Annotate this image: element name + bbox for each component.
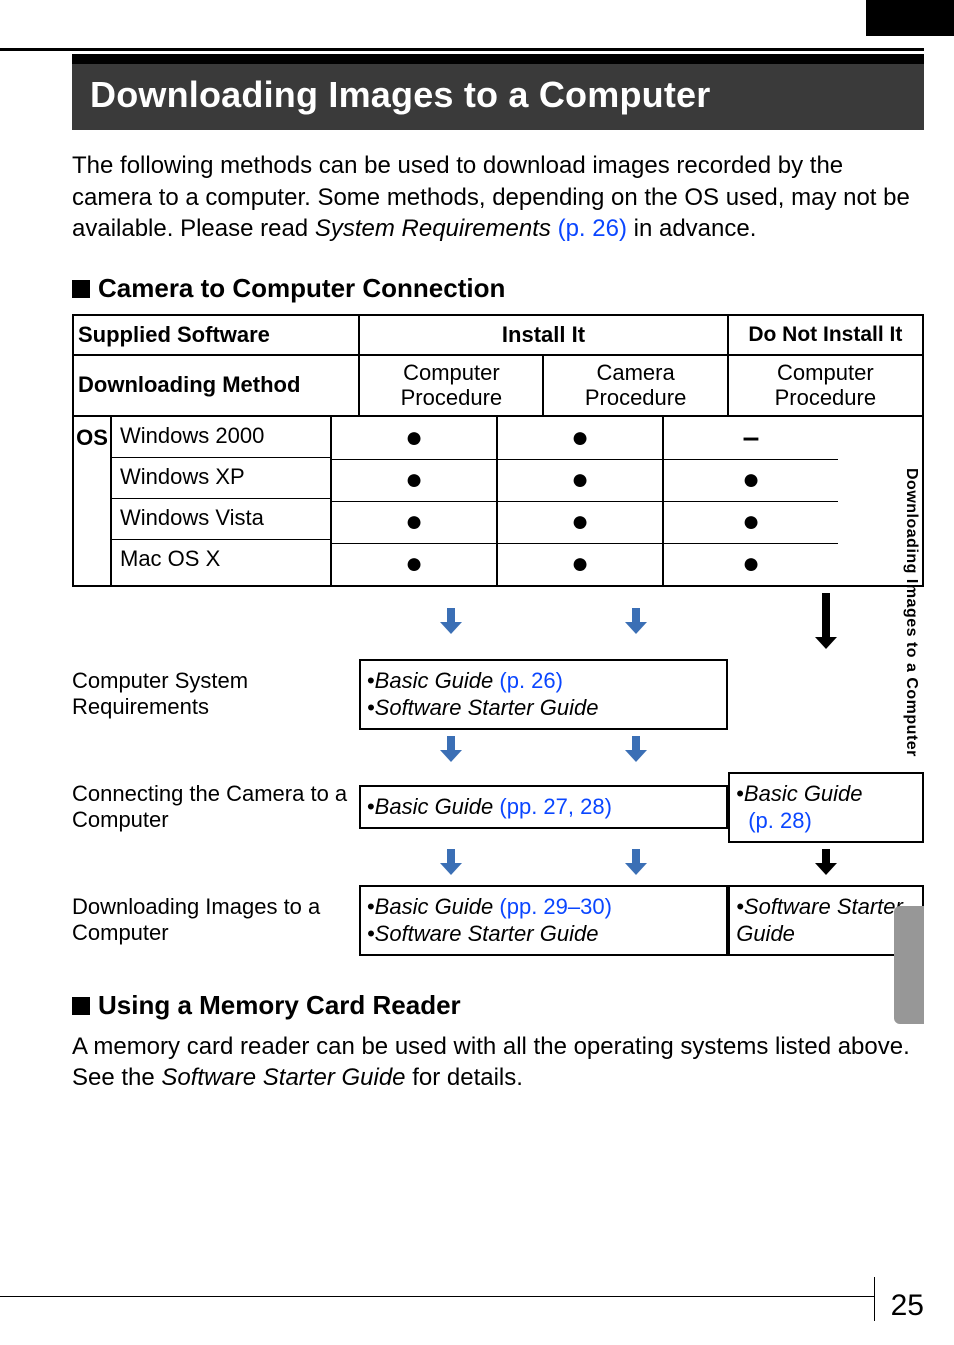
sub-comp-proc2-text: Computer Procedure (775, 360, 877, 410)
section1-label: Camera to Computer Connection (98, 273, 505, 303)
flow-box-downloading-install: •Basic Guide (pp. 29–30) •Software Start… (359, 885, 728, 956)
os-label: OS (74, 417, 112, 585)
arrow-down-icon (815, 849, 837, 875)
dot: ● (332, 459, 496, 501)
top-rule (0, 48, 924, 51)
side-thumb-tab (894, 906, 924, 1024)
dash: – (664, 417, 838, 459)
arrow-down-icon (815, 593, 837, 649)
page-number: 25 (891, 1289, 924, 1323)
flow-label-downloading: Downloading Images to a Computer (72, 885, 359, 956)
flow-box-connecting-noinstall: •Basic Guide(p. 28) (728, 772, 924, 843)
corner-tab (866, 0, 954, 36)
software-starter-guide-ref: Software Starter Guide (161, 1064, 405, 1091)
dot: ● (498, 417, 662, 459)
basic-guide: Basic Guide (744, 781, 863, 806)
dot: ● (664, 543, 838, 585)
os-windows-vista: Windows Vista (112, 498, 330, 539)
square-bullet-icon (72, 280, 90, 298)
dot: ● (498, 459, 662, 501)
dot: ● (664, 501, 838, 543)
sub-cam-proc-text: Camera Procedure (585, 360, 687, 410)
dot: ● (664, 459, 838, 501)
sub-computer-procedure: Computer Procedure (359, 355, 543, 416)
flow-label-sys-req: Computer System Requirements (72, 659, 359, 730)
basic-guide: Basic Guide (375, 794, 494, 819)
bottom-rule (0, 1296, 874, 1297)
hdr-supplied-software: Supplied Software (73, 315, 359, 355)
dot: ● (332, 417, 496, 459)
section-camera-connection: Camera to Computer Connection (72, 273, 924, 304)
flow-box-sys-req: •Basic Guide (p. 26) •Software Starter G… (359, 659, 728, 730)
os-mac-osx: Mac OS X (112, 539, 330, 580)
dot: ● (332, 501, 496, 543)
dot: ● (498, 543, 662, 585)
hdr-install-it: Install It (359, 315, 727, 355)
bullet: • (367, 894, 375, 919)
memory-card-paragraph: A memory card reader can be used with al… (72, 1031, 924, 1094)
intro-paragraph: The following methods can be used to dow… (72, 150, 924, 245)
section-memory-card-reader: Using a Memory Card Reader (72, 990, 924, 1021)
page-ref-29-30[interactable]: (pp. 29–30) (493, 894, 612, 919)
col-no-install: – ● ● ● (664, 417, 838, 585)
hdr-do-not-install: Do Not Install It (728, 315, 923, 355)
os-windows-2000: Windows 2000 (112, 417, 330, 457)
bullet: • (367, 794, 375, 819)
bullet: • (736, 781, 744, 806)
dot: ● (332, 543, 496, 585)
intro-page-ref[interactable]: (p. 26) (551, 215, 627, 242)
arrow-down-icon (625, 608, 647, 634)
sub-comp-proc-text: Computer Procedure (401, 360, 503, 410)
sub-camera-procedure: Camera Procedure (543, 355, 727, 416)
dot: ● (498, 501, 662, 543)
arrow-down-icon (440, 849, 462, 875)
compatibility-table: Supplied Software Install It Do Not Inst… (72, 314, 924, 417)
square-bullet-icon (72, 997, 90, 1015)
software-starter-guide: •Software Starter Guide (367, 921, 598, 946)
hdr-downloading-method: Downloading Method (73, 355, 359, 416)
page-title: Downloading Images to a Computer (72, 54, 924, 130)
arrow-down-icon (625, 849, 647, 875)
side-section-label: Downloading Images to a Computer (902, 468, 920, 757)
page-ref-26[interactable]: (p. 26) (493, 668, 563, 693)
page-ref-28[interactable]: (p. 28) (736, 808, 812, 833)
os-windows-xp: Windows XP (112, 457, 330, 498)
section2-label: Using a Memory Card Reader (98, 990, 461, 1020)
sub-computer-procedure-2: Computer Procedure (728, 355, 923, 416)
page-ref-27-28[interactable]: (pp. 27, 28) (493, 794, 612, 819)
os-grid: OS Windows 2000 Windows XP Windows Vista… (72, 417, 924, 587)
intro-sys-req: System Requirements (315, 215, 551, 242)
basic-guide: Basic Guide (375, 894, 494, 919)
body2-text-2: for details. (406, 1064, 523, 1091)
software-starter-guide: •Software Starter Guide (367, 695, 598, 720)
bullet: • (367, 668, 375, 693)
arrow-down-icon (440, 608, 462, 634)
footer-divider (874, 1277, 875, 1321)
flow-table: Computer System Requirements •Basic Guid… (72, 587, 924, 956)
col-install-camera: ● ● ● ● (498, 417, 664, 585)
flow-label-connecting: Connecting the Camera to a Computer (72, 772, 359, 843)
arrow-down-icon (625, 736, 647, 762)
col-install-computer: ● ● ● ● (332, 417, 498, 585)
arrow-down-icon (440, 736, 462, 762)
basic-guide: Basic Guide (375, 668, 494, 693)
intro-text-2: in advance. (627, 215, 756, 242)
flow-box-connecting-install: •Basic Guide (pp. 27, 28) (359, 785, 728, 829)
